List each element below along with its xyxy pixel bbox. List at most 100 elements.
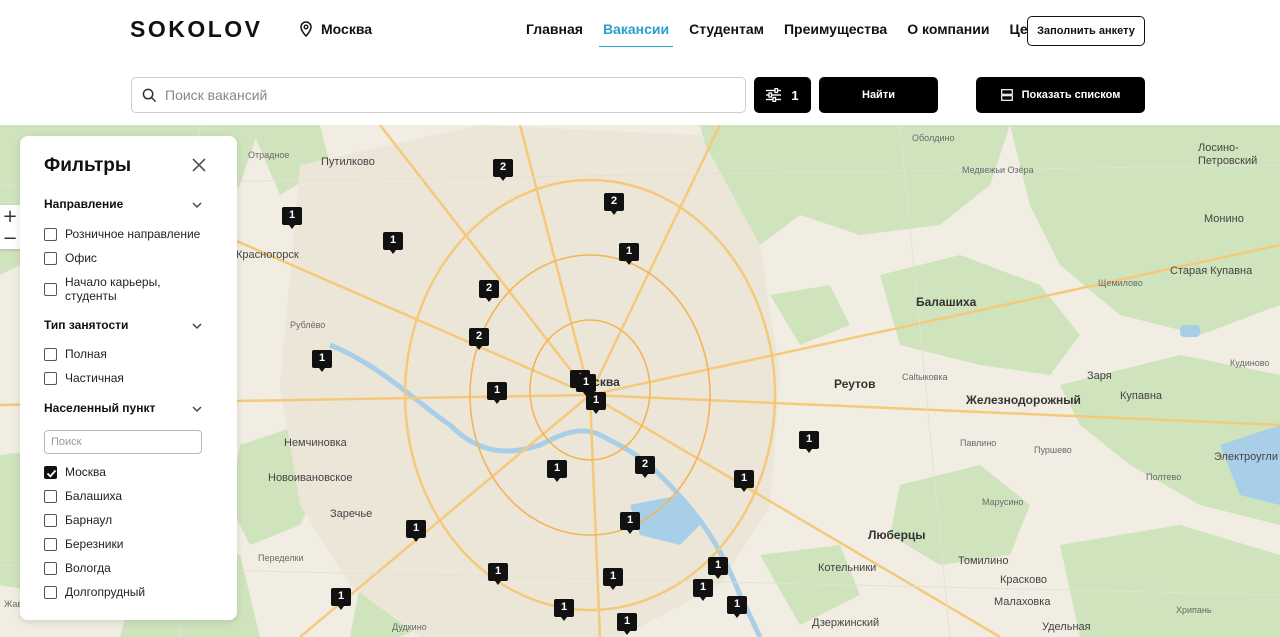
filters-panel: Фильтры Направление Розничное направлени… xyxy=(20,136,237,620)
checkbox[interactable] xyxy=(44,586,57,599)
filters-title: Фильтры xyxy=(44,155,132,176)
map-label: Путилково xyxy=(321,156,375,168)
site-header: SOKOLOV Москва Главная Вакансии Студента… xyxy=(0,0,1280,125)
option-barnaul[interactable]: Барнаул xyxy=(44,513,214,527)
vacancy-marker[interactable]: 1 xyxy=(618,242,640,266)
zoom-controls: + − xyxy=(0,205,20,249)
checkbox-checked[interactable] xyxy=(44,466,57,479)
close-icon xyxy=(192,157,206,172)
chevron-down-icon[interactable] xyxy=(190,198,204,212)
option-part-time[interactable]: Частичная xyxy=(44,371,214,385)
option-label: Березники xyxy=(65,537,124,551)
option-dolgoprudny[interactable]: Долгопрудный xyxy=(44,585,214,599)
vacancy-marker[interactable]: 1 xyxy=(726,595,748,619)
zoom-in-button[interactable]: + xyxy=(0,205,20,227)
vacancy-marker[interactable]: 1 xyxy=(405,519,427,543)
option-moscow[interactable]: Москва xyxy=(44,465,214,479)
marker-count: 1 xyxy=(494,565,502,577)
fill-form-button[interactable]: Заполнить анкету xyxy=(1027,16,1145,46)
option-balashikha[interactable]: Балашиха xyxy=(44,489,214,503)
vacancy-marker[interactable]: 1 xyxy=(798,430,820,454)
search-box xyxy=(131,77,746,113)
show-list-button[interactable]: Показать списком xyxy=(976,77,1145,113)
option-label: Розничное направление xyxy=(65,227,201,241)
marker-count: 1 xyxy=(412,522,420,534)
map-label: Красково xyxy=(1000,574,1048,586)
marker-count: 1 xyxy=(592,394,600,406)
checkbox[interactable] xyxy=(44,252,57,265)
check-icon xyxy=(46,469,57,478)
option-full-time[interactable]: Полная xyxy=(44,347,214,361)
map-label: Кудиново xyxy=(1230,358,1270,368)
vacancy-marker[interactable]: 1 xyxy=(487,562,509,586)
vacancy-marker[interactable]: 1 xyxy=(602,567,624,591)
vacancy-marker[interactable]: 2 xyxy=(634,455,656,479)
marker-count: 1 xyxy=(553,462,561,474)
map-label: Новоивановское xyxy=(268,472,353,484)
map-label: Пуршево xyxy=(1034,445,1072,455)
section-direction[interactable]: Направление xyxy=(44,197,204,211)
marker-count: 1 xyxy=(560,601,568,613)
checkbox[interactable] xyxy=(44,538,57,551)
option-retail[interactable]: Розничное направление xyxy=(44,227,214,241)
option-career-start[interactable]: Начало карьеры, студенты xyxy=(44,275,194,303)
chevron-down-icon[interactable] xyxy=(190,319,204,333)
nav-about[interactable]: О компании xyxy=(903,21,993,47)
close-filters-button[interactable] xyxy=(188,155,210,177)
city-selector[interactable]: Москва xyxy=(299,21,372,37)
vacancy-marker[interactable]: 1 xyxy=(546,459,568,483)
show-list-label: Показать списком xyxy=(1021,89,1121,101)
location-pin-icon xyxy=(300,21,312,37)
checkbox[interactable] xyxy=(44,562,57,575)
filters-button[interactable]: 1 xyxy=(754,77,811,113)
vacancy-marker[interactable]: 1 xyxy=(585,391,607,415)
vacancy-marker[interactable]: 1 xyxy=(619,511,641,535)
option-label: Офис xyxy=(65,251,97,265)
checkbox[interactable] xyxy=(44,348,57,361)
chevron-down-icon[interactable] xyxy=(190,402,204,416)
checkbox[interactable] xyxy=(44,514,57,527)
vacancy-marker[interactable]: 1 xyxy=(733,469,755,493)
checkbox[interactable] xyxy=(44,372,57,385)
search-input[interactable] xyxy=(165,87,725,103)
vacancy-marker[interactable]: 1 xyxy=(486,381,508,405)
option-berezniki[interactable]: Березники xyxy=(44,537,214,551)
vacancy-marker[interactable]: 1 xyxy=(707,556,729,580)
option-label: Барнаул xyxy=(65,513,113,527)
vacancy-marker[interactable]: 1 xyxy=(382,231,404,255)
find-button[interactable]: Найти xyxy=(819,77,938,113)
vacancy-marker[interactable]: 1 xyxy=(281,206,303,230)
map-label: Дзержинский xyxy=(812,617,880,629)
checkbox[interactable] xyxy=(44,228,57,241)
map-label: Малаховка xyxy=(994,596,1051,608)
option-vologda[interactable]: Вологда xyxy=(44,561,214,575)
nav-home[interactable]: Главная xyxy=(522,21,587,47)
map-label: Удельная xyxy=(1042,621,1091,633)
nav-students[interactable]: Студентам xyxy=(685,21,768,47)
search-icon xyxy=(142,88,157,102)
vacancy-marker[interactable]: 1 xyxy=(330,587,352,611)
vacancy-marker[interactable]: 1 xyxy=(616,612,638,636)
map-label: Отрадное xyxy=(248,150,290,160)
vacancy-marker[interactable]: 1 xyxy=(311,349,333,373)
vacancy-marker[interactable]: 2 xyxy=(468,327,490,351)
vacancy-marker[interactable]: 2 xyxy=(603,192,625,216)
marker-count: 2 xyxy=(485,282,493,294)
vacancy-marker[interactable]: 1 xyxy=(692,578,714,602)
checkbox[interactable] xyxy=(44,490,57,503)
section-employment[interactable]: Тип занятости xyxy=(44,318,204,332)
nav-benefits[interactable]: Преимущества xyxy=(780,21,891,47)
option-office[interactable]: Офис xyxy=(44,251,214,265)
vacancy-marker[interactable]: 1 xyxy=(553,598,575,622)
locality-search-input[interactable] xyxy=(44,430,202,454)
zoom-out-button[interactable]: − xyxy=(0,227,20,249)
nav-vacancies[interactable]: Вакансии xyxy=(598,21,674,47)
option-label: Балашиха xyxy=(65,489,123,503)
vacancy-marker[interactable]: 2 xyxy=(478,279,500,303)
section-locality[interactable]: Населенный пункт xyxy=(44,401,204,415)
map-label: Заря xyxy=(1087,370,1112,382)
vacancy-marker[interactable]: 2 xyxy=(492,158,514,182)
checkbox[interactable] xyxy=(44,283,57,296)
map-label: Реутов xyxy=(834,377,876,391)
logo[interactable]: SOKOLOV xyxy=(130,16,263,43)
